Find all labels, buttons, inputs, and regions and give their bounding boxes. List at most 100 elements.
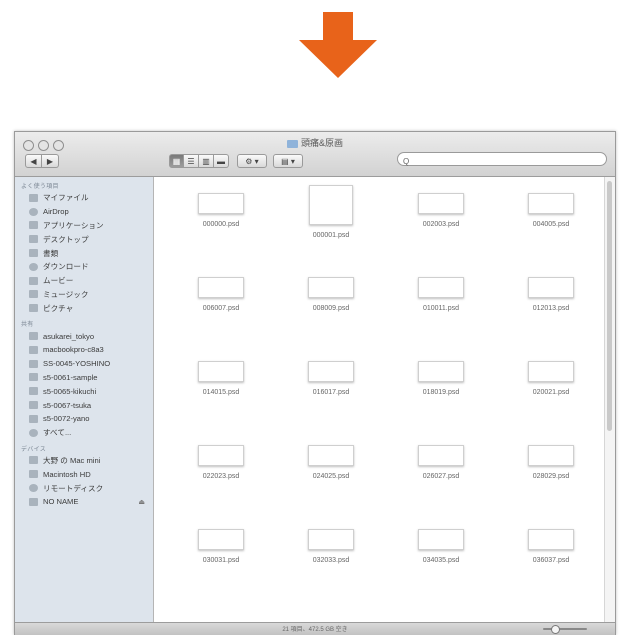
psd-file-icon	[308, 361, 354, 382]
sidebar-item[interactable]: Macintosh HD	[15, 467, 153, 481]
vertical-scrollbar[interactable]	[604, 177, 615, 623]
file-name: 034035.psd	[422, 557, 460, 564]
forward-button[interactable]: ▶	[42, 154, 59, 168]
file-item[interactable]: 018019.psd	[386, 353, 496, 437]
sidebar-item[interactable]: asukarei_tokyo	[15, 329, 153, 343]
sidebar-item[interactable]: NO NAME ⏏	[15, 495, 153, 509]
psd-file-icon	[198, 193, 244, 214]
file-item[interactable]: 000001.psd	[276, 185, 386, 269]
file-item[interactable]: 008009.psd	[276, 269, 386, 353]
file-name: 024025.psd	[312, 473, 350, 480]
sidebar-item[interactable]: ダウンロード	[15, 260, 153, 274]
sidebar-item[interactable]: 書類	[15, 246, 153, 260]
file-item[interactable]: 036037.psd	[496, 521, 606, 605]
icon-view-button[interactable]: ▦	[169, 154, 184, 168]
file-name: 000001.psd	[312, 232, 350, 239]
psd-file-icon	[528, 277, 574, 298]
file-item[interactable]: 034035.psd	[386, 521, 496, 605]
file-item[interactable]: 028029.psd	[496, 437, 606, 521]
computer-icon	[29, 373, 38, 382]
sidebar-item[interactable]: ミュージック	[15, 288, 153, 302]
file-item[interactable]: 026027.psd	[386, 437, 496, 521]
file-item[interactable]: 022023.psd	[166, 437, 276, 521]
sidebar-item[interactable]: アプリケーション	[15, 219, 153, 233]
file-item[interactable]: 014015.psd	[166, 353, 276, 437]
network-icon	[29, 428, 38, 437]
file-item[interactable]: 020021.psd	[496, 353, 606, 437]
file-name: 006007.psd	[202, 305, 240, 312]
computer-icon	[29, 332, 38, 341]
psd-file-icon	[308, 529, 354, 550]
movies-icon	[29, 276, 38, 285]
usb-drive-icon	[29, 497, 38, 506]
file-item[interactable]: 012013.psd	[496, 269, 606, 353]
file-name: 008009.psd	[312, 305, 350, 312]
column-view-button[interactable]: ▥	[199, 154, 214, 168]
file-item[interactable]: 002003.psd	[386, 185, 496, 269]
file-name: 036037.psd	[532, 557, 570, 564]
sidebar-item-label: 書類	[43, 248, 59, 258]
sidebar-item[interactable]: s5-0065-kikuchi	[15, 384, 153, 398]
file-name: 014015.psd	[202, 389, 240, 396]
coverflow-view-button[interactable]: ▬	[214, 154, 229, 168]
sidebar-item[interactable]: リモートディスク	[15, 481, 153, 495]
psd-file-icon	[418, 277, 464, 298]
list-view-button[interactable]: ☰	[184, 154, 199, 168]
icon-size-slider[interactable]	[543, 625, 587, 634]
sidebar-item[interactable]: s5-0067-tsuka	[15, 398, 153, 412]
sidebar-item-label: asukarei_tokyo	[43, 331, 95, 341]
sidebar-item[interactable]: SS-0045-YOSHINO	[15, 357, 153, 371]
slider-knob[interactable]	[551, 625, 560, 634]
psd-file-icon	[198, 361, 244, 382]
status-text: 21 項目、472.5 GB 空き	[282, 627, 348, 633]
server-icon	[29, 359, 38, 368]
psd-file-icon	[418, 445, 464, 466]
sidebar-item[interactable]: 大野 の Mac mini	[15, 454, 153, 468]
file-name: 016017.psd	[312, 389, 350, 396]
arrange-menu-button[interactable]: ▤ ▾	[273, 154, 303, 168]
window-title: 頭痛&原画	[15, 136, 615, 149]
sidebar-item-label: ムービー	[43, 276, 74, 286]
file-item[interactable]: 010011.psd	[386, 269, 496, 353]
sidebar-item[interactable]: macbookpro-c8a3	[15, 343, 153, 357]
file-name: 018019.psd	[422, 389, 460, 396]
file-item[interactable]: 024025.psd	[276, 437, 386, 521]
action-menu-button[interactable]: ⚙ ▾	[237, 154, 267, 168]
sidebar-item[interactable]: デスクトップ	[15, 232, 153, 246]
file-name: 010011.psd	[422, 305, 460, 312]
down-arrow-icon	[299, 12, 377, 78]
pictures-icon	[29, 304, 38, 313]
sidebar-item[interactable]: AirDrop	[15, 205, 153, 219]
psd-file-icon	[309, 185, 353, 225]
sidebar-item-label: NO NAME	[43, 497, 79, 507]
file-item[interactable]: 032033.psd	[276, 521, 386, 605]
sidebar: よく使う項目 マイファイル AirDrop アプリケーション デスクトップ 書類 ダウンロ…	[15, 177, 154, 623]
psd-file-icon	[528, 445, 574, 466]
file-item[interactable]: 000000.psd	[166, 185, 276, 269]
search-field[interactable]: Q	[397, 152, 607, 166]
sidebar-item[interactable]: マイファイル	[15, 191, 153, 205]
sidebar-item-label: ミュージック	[43, 289, 89, 299]
sidebar-item-label: すべて...	[43, 428, 72, 438]
sidebar-section-devices: デバイス	[21, 446, 47, 453]
file-name: 000000.psd	[202, 221, 240, 228]
sidebar-item[interactable]: s5-0072-yano	[15, 412, 153, 426]
sidebar-item-label: マイファイル	[43, 193, 89, 203]
file-item[interactable]: 016017.psd	[276, 353, 386, 437]
file-name: 002003.psd	[422, 221, 460, 228]
sidebar-item[interactable]: すべて...	[15, 426, 153, 440]
file-item[interactable]: 004005.psd	[496, 185, 606, 269]
sidebar-item[interactable]: ピクチャ	[15, 301, 153, 315]
sidebar-item-label: ダウンロード	[43, 262, 89, 272]
psd-file-icon	[198, 277, 244, 298]
back-button[interactable]: ◀	[25, 154, 42, 168]
file-name: 026027.psd	[422, 473, 460, 480]
eject-icon[interactable]: ⏏	[138, 498, 145, 506]
sidebar-item-label: macbookpro-c8a3	[43, 345, 104, 355]
sidebar-item[interactable]: s5-0061-sample	[15, 371, 153, 385]
scrollbar-thumb[interactable]	[607, 181, 612, 431]
file-name: 012013.psd	[532, 305, 570, 312]
sidebar-item[interactable]: ムービー	[15, 274, 153, 288]
file-item[interactable]: 006007.psd	[166, 269, 276, 353]
file-item[interactable]: 030031.psd	[166, 521, 276, 605]
